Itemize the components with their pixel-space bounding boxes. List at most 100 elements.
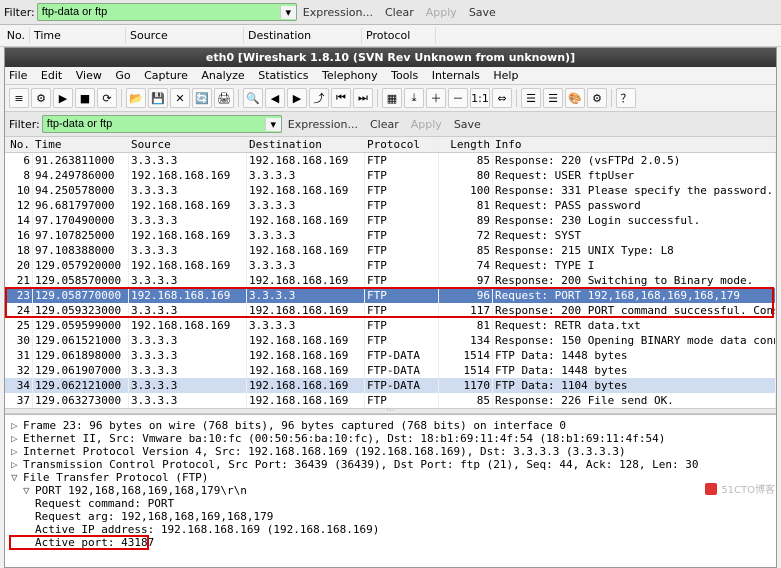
tree-ftp[interactable]: ▽File Transfer Protocol (FTP) (11, 471, 770, 484)
display-filter-input[interactable] (43, 116, 265, 132)
expand-icon[interactable]: ▷ (11, 458, 23, 471)
menu-analyze[interactable]: Analyze (201, 69, 244, 82)
menu-help[interactable]: Help (493, 69, 518, 82)
packet-row[interactable]: 1497.1704900003.3.3.3192.168.168.169FTP8… (5, 213, 776, 228)
packet-row[interactable]: 1094.2505780003.3.3.3192.168.168.169FTP1… (5, 183, 776, 198)
interfaces-icon[interactable]: ≡ (9, 88, 29, 108)
capture-filters-icon[interactable]: ☰ (521, 88, 541, 108)
close-icon[interactable]: ✕ (170, 88, 190, 108)
go-back-icon[interactable]: ◀ (265, 88, 285, 108)
start-capture-icon[interactable]: ▶ (53, 88, 73, 108)
packet-row[interactable]: 21129.0585700003.3.3.3192.168.168.169FTP… (5, 273, 776, 288)
menu-telephony[interactable]: Telephony (322, 69, 378, 82)
toolbar: ≡ ⚙ ▶ ■ ⟳ 📂 💾 ✕ 🔄 🖨 🔍 ◀ ▶ ⤴ ⏮ ⏭ ▦ ⤓ ＋ － … (5, 85, 776, 112)
col-source[interactable]: Source (129, 137, 247, 152)
display-filter-field[interactable]: ▾ (42, 115, 282, 133)
auto-scroll-icon[interactable]: ⤓ (404, 88, 424, 108)
packet-list-body[interactable]: 691.2638110003.3.3.3192.168.168.169FTP85… (5, 153, 776, 408)
packet-row[interactable]: 34129.0621210003.3.3.3192.168.168.169FTP… (5, 378, 776, 393)
menu-statistics[interactable]: Statistics (258, 69, 308, 82)
tree-tcp[interactable]: ▷Transmission Control Protocol, Src Port… (11, 458, 770, 471)
go-forward-icon[interactable]: ▶ (287, 88, 307, 108)
outer-filter-input[interactable] (38, 4, 280, 20)
resize-columns-icon[interactable]: ⇔ (492, 88, 512, 108)
go-to-icon[interactable]: ⤴ (309, 88, 329, 108)
tree-frame[interactable]: ▷Frame 23: 96 bytes on wire (768 bits), … (11, 419, 770, 432)
packet-details[interactable]: ▷Frame 23: 96 bytes on wire (768 bits), … (5, 414, 776, 567)
outer-filter-field[interactable]: ▾ (37, 3, 297, 21)
col-length[interactable]: Length (439, 137, 493, 152)
toolbar-separator (238, 89, 239, 107)
col-time[interactable]: Time (33, 137, 129, 152)
tree-request-command[interactable]: Request command: PORT (11, 497, 770, 510)
menu-internals[interactable]: Internals (432, 69, 480, 82)
reload-icon[interactable]: 🔄 (192, 88, 212, 108)
clear-button[interactable]: Clear (385, 6, 414, 19)
col-destination[interactable]: Destination (247, 137, 365, 152)
col-info[interactable]: Info (493, 137, 776, 152)
menu-tools[interactable]: Tools (391, 69, 418, 82)
packet-row[interactable]: 37129.0632730003.3.3.3192.168.168.169FTP… (5, 393, 776, 408)
packet-row[interactable]: 24129.0593230003.3.3.3192.168.168.169FTP… (5, 303, 776, 318)
display-filters-icon[interactable]: ☰ (543, 88, 563, 108)
dropdown-icon[interactable]: ▾ (265, 118, 281, 131)
expression-button[interactable]: Expression... (303, 6, 373, 19)
col-protocol[interactable]: Protocol (365, 137, 439, 152)
menu-view[interactable]: View (76, 69, 102, 82)
zoom-reset-icon[interactable]: 1:1 (470, 88, 490, 108)
collapse-icon[interactable]: ▽ (23, 484, 35, 497)
tree-active-port[interactable]: Active port: 43187 (11, 536, 770, 549)
tree-ethernet[interactable]: ▷Ethernet II, Src: Vmware ba:10:fc (00:5… (11, 432, 770, 445)
coloring-rules-icon[interactable]: 🎨 (565, 88, 585, 108)
dropdown-icon[interactable]: ▾ (280, 6, 296, 19)
stop-capture-icon[interactable]: ■ (75, 88, 95, 108)
packet-row[interactable]: 691.2638110003.3.3.3192.168.168.169FTP85… (5, 153, 776, 168)
zoom-in-icon[interactable]: ＋ (426, 88, 446, 108)
tree-active-ip[interactable]: Active IP address: 192.168.168.169 (192.… (11, 523, 770, 536)
expand-icon[interactable]: ▷ (11, 445, 23, 458)
apply-button[interactable]: Apply (426, 6, 457, 19)
save-icon[interactable]: 💾 (148, 88, 168, 108)
packet-row[interactable]: 1897.1083880003.3.3.3192.168.168.169FTP8… (5, 243, 776, 258)
packet-row[interactable]: 25129.059599000192.168.168.1693.3.3.3FTP… (5, 318, 776, 333)
expression-button[interactable]: Expression... (288, 118, 358, 131)
open-icon[interactable]: 📂 (126, 88, 146, 108)
tree-port-line[interactable]: ▽PORT 192,168,168,169,168,179\r\n (11, 484, 770, 497)
packet-row[interactable]: 32129.0619070003.3.3.3192.168.168.169FTP… (5, 363, 776, 378)
packet-row[interactable]: 23129.058770000192.168.168.1693.3.3.3FTP… (5, 288, 776, 303)
clear-button[interactable]: Clear (370, 118, 399, 131)
tree-request-arg[interactable]: Request arg: 192,168,168,169,168,179 (11, 510, 770, 523)
col-no: No. (2, 27, 30, 44)
toolbar-separator (516, 89, 517, 107)
apply-button[interactable]: Apply (411, 118, 442, 131)
menu-go[interactable]: Go (115, 69, 130, 82)
menu-file[interactable]: File (9, 69, 27, 82)
menu-edit[interactable]: Edit (41, 69, 62, 82)
preferences-icon[interactable]: ⚙ (587, 88, 607, 108)
packet-row[interactable]: 20129.057920000192.168.168.1693.3.3.3FTP… (5, 258, 776, 273)
options-icon[interactable]: ⚙ (31, 88, 51, 108)
tree-ip[interactable]: ▷Internet Protocol Version 4, Src: 192.1… (11, 445, 770, 458)
menu-capture[interactable]: Capture (144, 69, 188, 82)
find-icon[interactable]: 🔍 (243, 88, 263, 108)
expand-icon[interactable]: ▷ (11, 432, 23, 445)
expand-icon[interactable]: ▷ (11, 419, 23, 432)
packet-row[interactable]: 1697.107825000192.168.168.1693.3.3.3FTP7… (5, 228, 776, 243)
restart-capture-icon[interactable]: ⟳ (97, 88, 117, 108)
save-button[interactable]: Save (454, 118, 481, 131)
help-icon[interactable]: ？ (616, 88, 636, 108)
packet-row[interactable]: 894.249786000192.168.168.1693.3.3.3FTP80… (5, 168, 776, 183)
go-last-icon[interactable]: ⏭ (353, 88, 373, 108)
go-first-icon[interactable]: ⏮ (331, 88, 351, 108)
save-button[interactable]: Save (469, 6, 496, 19)
col-no[interactable]: No. (5, 137, 33, 152)
print-icon[interactable]: 🖨 (214, 88, 234, 108)
packet-row[interactable]: 1296.681797000192.168.168.1693.3.3.3FTP8… (5, 198, 776, 213)
collapse-icon[interactable]: ▽ (11, 471, 23, 484)
zoom-out-icon[interactable]: － (448, 88, 468, 108)
packet-row[interactable]: 31129.0618980003.3.3.3192.168.168.169FTP… (5, 348, 776, 363)
colorize-icon[interactable]: ▦ (382, 88, 402, 108)
toolbar-separator (611, 89, 612, 107)
toolbar-separator (121, 89, 122, 107)
packet-row[interactable]: 30129.0615210003.3.3.3192.168.168.169FTP… (5, 333, 776, 348)
